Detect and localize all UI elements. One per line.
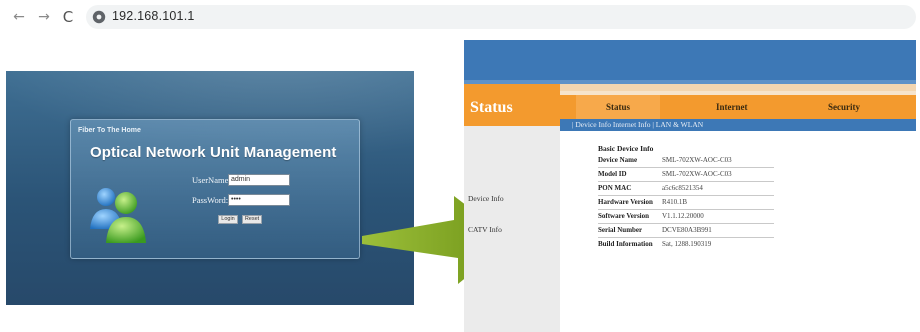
username-field[interactable]: admin [228,174,290,186]
password-field[interactable]: •••• [228,194,290,206]
status-subnav-links[interactable]: | Device Info Internet Info | LAN & WLAN [572,120,703,129]
username-label: UserName: [192,175,231,185]
onu-status-screenshot: Status Status Internet Security | Device… [464,40,916,332]
row-key: PON MAC [598,184,632,192]
arrow-right-icon[interactable]: → [36,9,52,25]
login-button[interactable]: Login [218,215,238,224]
row-key: Build Information [598,240,653,248]
row-key: Serial Number [598,226,643,234]
row-value: a5c6c8521354 [662,184,703,192]
arrow-left-icon[interactable]: ← [11,9,27,25]
row-key: Hardware Version [598,198,653,206]
status-logo: Status [470,99,513,116]
address-bar[interactable] [86,5,916,29]
basic-device-info-title: Basic Device Info [598,144,654,153]
row-key: Device Name [598,156,638,164]
users-icon [90,188,146,243]
reload-icon[interactable]: C [60,9,76,25]
onu-login-screenshot: Fiber To The Home Optical Network Unit M… [6,71,414,305]
browser-toolbar: ← → C 192.168.101.1 [0,0,920,36]
sidebar-item-catv-info[interactable]: CATV Info [468,225,502,234]
site-info-icon[interactable] [92,10,106,24]
login-title: Optical Network Unit Management [90,144,337,161]
row-value: R410.1B [662,198,688,206]
row-value: V1.1.12.20000 [662,212,704,220]
row-key: Software Version [598,212,650,220]
reset-button[interactable]: Reset [242,215,262,224]
sidebar-item-device-info[interactable]: Device Info [468,194,504,203]
tab-security[interactable]: Security [828,102,860,112]
tab-status[interactable]: Status [606,102,630,112]
row-value: DCVE80A3B991 [662,226,712,234]
table-row: Build Information Sat, 1288.190319 [598,240,774,252]
password-label: PassWord: [192,195,229,205]
row-value: SML-702XW-AOC-C03 [662,156,732,164]
row-value: SML-702XW-AOC-C03 [662,170,732,178]
row-value: Sat, 1288.190319 [662,240,712,248]
row-key: Model ID [598,170,627,178]
login-subtitle: Fiber To The Home [78,127,141,134]
screenshot-page: ← → C 192.168.101.1 Fiber To The Home Op… [0,0,920,332]
address-url[interactable]: 192.168.101.1 [112,9,195,23]
tab-internet[interactable]: Internet [716,102,748,112]
